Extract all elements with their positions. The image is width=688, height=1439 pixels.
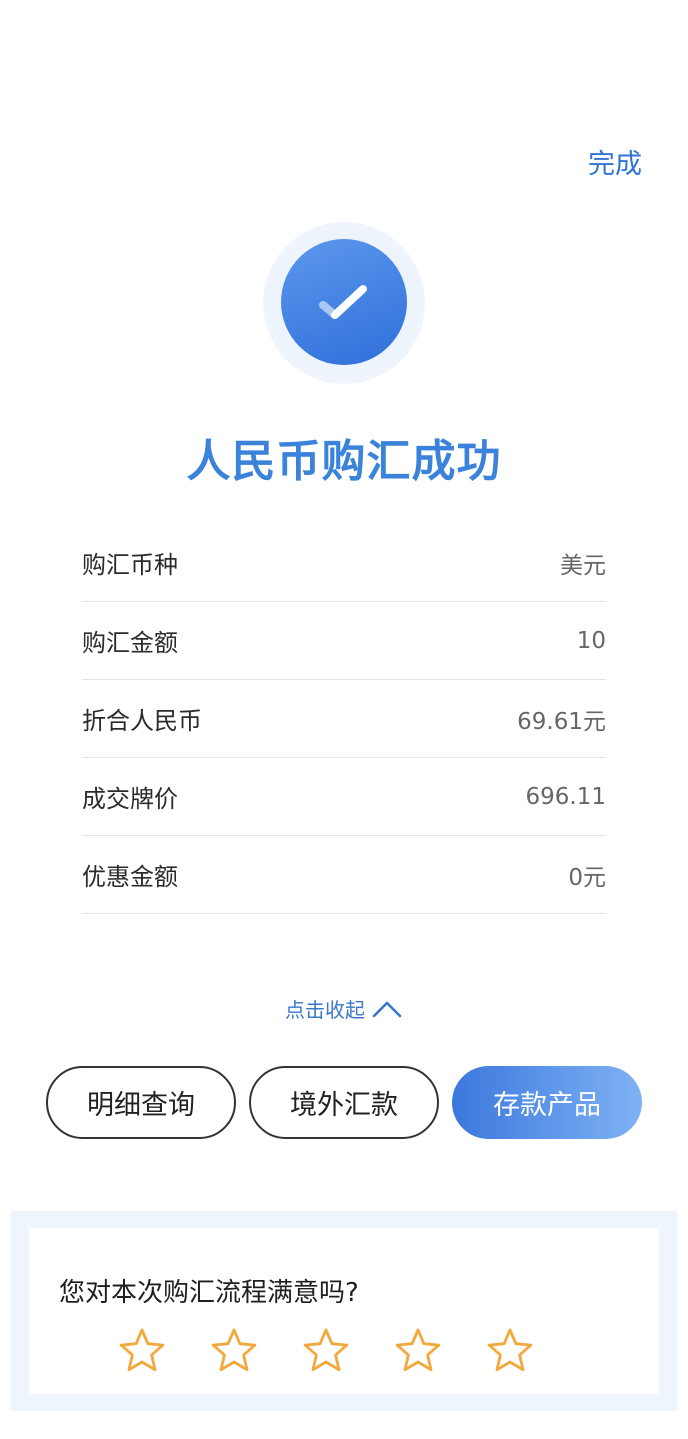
deposit-products-button[interactable]: 存款产品 (452, 1066, 642, 1139)
detail-row-amount: 购汇金额 10 (82, 602, 606, 680)
success-circle (281, 239, 407, 365)
detail-value: 696.11 (525, 783, 606, 810)
star-icon[interactable] (393, 1326, 443, 1376)
overseas-remittance-button[interactable]: 境外汇款 (249, 1066, 439, 1139)
star-rating (117, 1326, 535, 1376)
detail-value: 69.61元 (517, 708, 606, 735)
detail-value: 10 (576, 627, 606, 654)
rating-card: 您对本次购汇流程满意吗? (29, 1228, 659, 1394)
star-icon[interactable] (209, 1326, 259, 1376)
action-buttons: 明细查询 境外汇款 存款产品 (46, 1066, 642, 1139)
detail-label: 折合人民币 (82, 707, 202, 735)
checkmark-icon (319, 285, 367, 319)
detail-value: 美元 (560, 552, 606, 579)
detail-label: 购汇币种 (82, 551, 178, 579)
rating-section: 您对本次购汇流程满意吗? (11, 1211, 677, 1411)
done-button[interactable]: 完成 (588, 142, 642, 181)
star-icon[interactable] (301, 1326, 351, 1376)
rating-question: 您对本次购汇流程满意吗? (59, 1278, 359, 1308)
detail-label: 成交牌价 (82, 785, 178, 813)
detail-label: 优惠金额 (82, 863, 178, 891)
detail-row-currency: 购汇币种 美元 (82, 524, 606, 602)
result-title: 人民币购汇成功 (186, 436, 502, 487)
detail-row-discount: 优惠金额 0元 (82, 836, 606, 914)
purchase-success-page: 完成 人民币购汇成功 购汇币种 美元 购汇金额 10 折合人民币 69.61元 … (0, 0, 688, 1439)
detail-label: 购汇金额 (82, 629, 178, 657)
detail-row-rmb-equivalent: 折合人民币 69.61元 (82, 680, 606, 758)
detail-query-button[interactable]: 明细查询 (46, 1066, 236, 1139)
star-icon[interactable] (485, 1326, 535, 1376)
chevron-up-icon (372, 1001, 402, 1017)
star-icon[interactable] (117, 1326, 167, 1376)
collapse-label: 点击收起 (285, 998, 365, 1022)
success-indicator (248, 222, 440, 384)
transaction-details: 购汇币种 美元 购汇金额 10 折合人民币 69.61元 成交牌价 696.11… (82, 524, 606, 914)
collapse-toggle[interactable]: 点击收起 (0, 994, 688, 1023)
detail-value: 0元 (568, 864, 606, 891)
detail-row-exchange-rate: 成交牌价 696.11 (82, 758, 606, 836)
